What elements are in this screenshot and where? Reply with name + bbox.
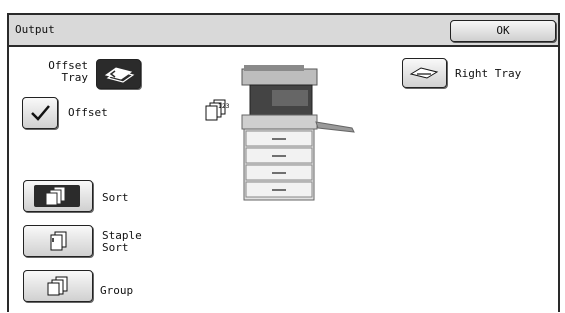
staple-sort-button[interactable] <box>23 225 93 257</box>
checkmark-icon <box>31 105 50 121</box>
sort-label: Sort <box>102 191 129 204</box>
right-tray-button[interactable] <box>402 58 447 88</box>
offset-tray-icon <box>104 67 135 83</box>
offset-checkbox[interactable] <box>22 97 58 129</box>
offset-label: Offset <box>68 106 108 119</box>
copier-icon <box>232 62 362 202</box>
staple-sort-label: Staple Sort <box>102 229 142 254</box>
tray-icon <box>409 67 439 79</box>
dialog-title: Output <box>15 23 55 36</box>
group-label: Group <box>100 284 134 297</box>
right-tray-label: Right Tray <box>455 67 522 80</box>
group-icon <box>47 276 68 296</box>
staple-sort-icon <box>50 231 67 251</box>
offset-tray-button[interactable] <box>96 59 141 89</box>
svg-text:123: 123 <box>218 103 230 110</box>
sort-icon <box>45 186 66 206</box>
group-button[interactable] <box>23 270 93 302</box>
ok-button[interactable]: OK <box>450 20 556 42</box>
title-bar: Output OK <box>9 15 558 47</box>
sort-button[interactable] <box>23 180 93 212</box>
offset-tray-label: Offset Tray <box>48 59 88 84</box>
